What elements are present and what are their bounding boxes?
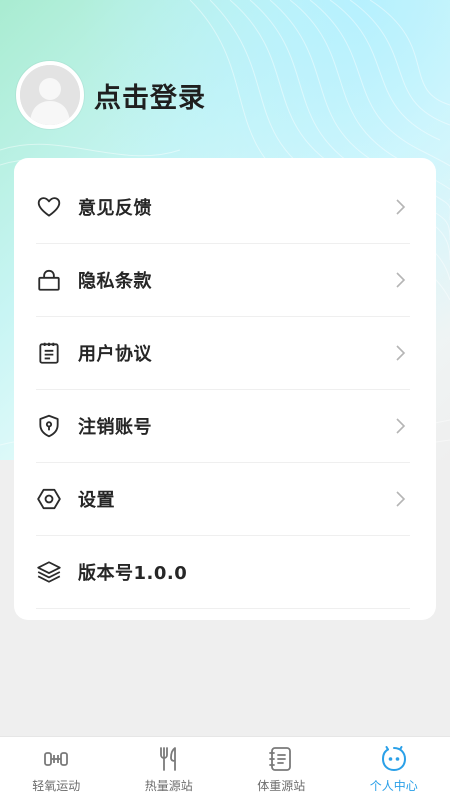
tab-label: 轻氧运动	[32, 779, 81, 793]
menu-item-feedback[interactable]: 意见反馈	[36, 171, 410, 244]
chevron-right-icon	[396, 272, 406, 288]
notebook-icon	[269, 747, 292, 771]
menu-item-user-agreement[interactable]: 用户协议	[36, 317, 410, 390]
dumbbell-icon	[44, 752, 69, 766]
version-label: 版本号1.0.0	[78, 563, 188, 584]
tab-label: 热量源站	[144, 779, 193, 793]
document-icon	[36, 340, 62, 366]
menu-item-label: 设置	[78, 490, 115, 511]
default-avatar-icon	[20, 65, 80, 125]
avatar[interactable]	[16, 61, 84, 129]
login-link[interactable]: 点击登录	[94, 76, 206, 115]
chevron-right-icon	[396, 491, 406, 507]
chevron-right-icon	[396, 418, 406, 434]
menu-item-delete-account[interactable]: 注销账号	[36, 390, 410, 463]
tab-label: 体重源站	[257, 779, 306, 793]
chevron-right-icon	[396, 199, 406, 215]
menu-item-label: 用户协议	[78, 344, 152, 365]
tab-profile[interactable]: 个人中心	[338, 737, 450, 800]
bottom-tab-bar: 轻氧运动 热量源站 体重源站 个人中心	[0, 736, 450, 800]
menu-item-label: 意见反馈	[78, 198, 152, 219]
layers-icon	[36, 559, 62, 585]
menu-card: 意见反馈 隐私条款 用户协议 注销账号 设置 版本号1.0.0	[14, 158, 436, 620]
tab-weight[interactable]: 体重源站	[225, 737, 338, 800]
menu-item-label: 隐私条款	[78, 271, 152, 292]
fork-knife-icon	[159, 747, 176, 771]
tab-exercise[interactable]: 轻氧运动	[0, 737, 113, 800]
menu-item-label: 注销账号	[78, 417, 152, 438]
tab-label: 个人中心	[369, 779, 418, 793]
chevron-right-icon	[396, 345, 406, 361]
tab-calories[interactable]: 热量源站	[113, 737, 226, 800]
face-icon	[381, 746, 406, 772]
menu-item-privacy[interactable]: 隐私条款	[36, 244, 410, 317]
profile-header[interactable]: 点击登录	[16, 60, 206, 130]
screen: 点击登录 意见反馈 隐私条款 用户协议 注销账号 设置 版本号1.0.0 轻氧运…	[0, 0, 450, 800]
bag-icon	[36, 267, 62, 293]
menu-item-settings[interactable]: 设置	[36, 463, 410, 536]
hexagon-settings-icon	[36, 486, 62, 512]
heart-icon	[36, 194, 62, 220]
shield-icon	[36, 413, 62, 439]
menu-item-version: 版本号1.0.0	[36, 536, 410, 609]
